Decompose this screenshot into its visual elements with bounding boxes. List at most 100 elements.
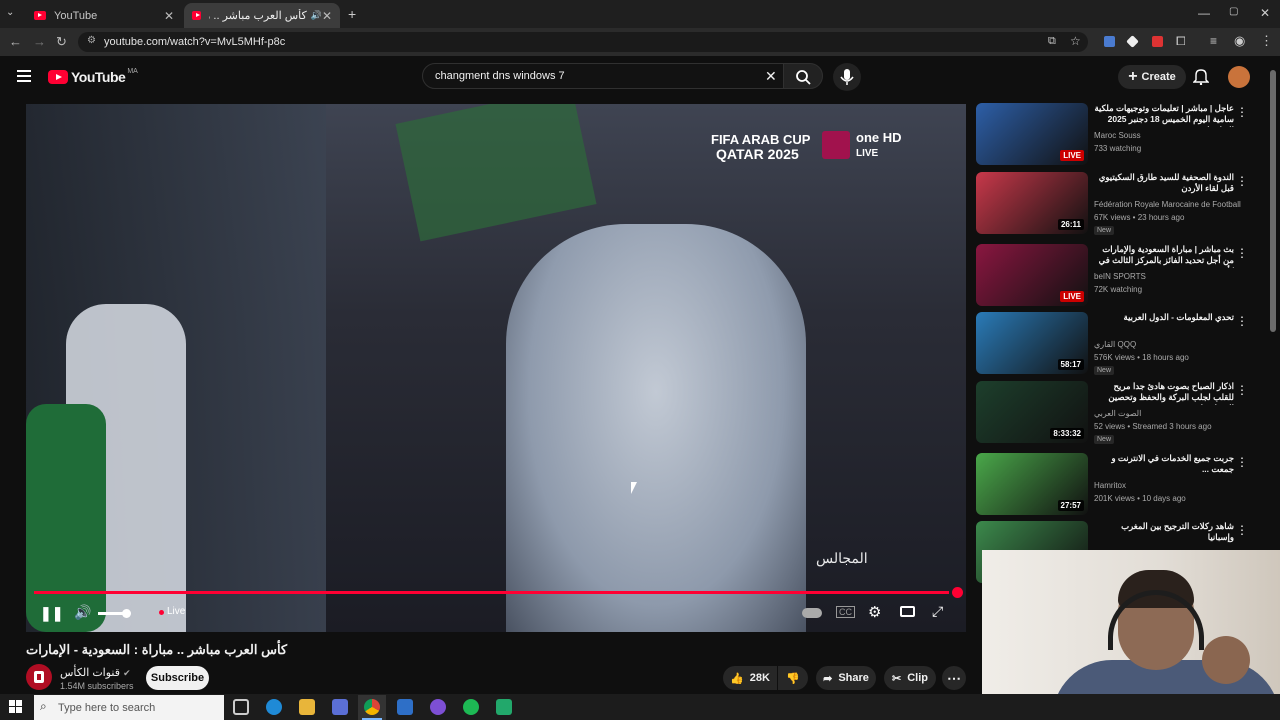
share-button[interactable]: ➦ Share [816,666,876,690]
watermark-title: FIFA ARAB CUP [711,132,811,147]
forward-icon[interactable]: → [33,34,46,49]
recommendation-title: جربت جميع الخدمات في الانترنت و جمعت ... [1111,453,1234,474]
taskbar-search-icon: ⌕ [40,699,47,713]
more-options-icon[interactable]: ⋮ [1236,105,1248,119]
taskbar-search-input[interactable]: ⌕ Type here to search [34,695,224,720]
reading-list-icon[interactable]: ≡ [1210,34,1217,48]
reload-icon[interactable]: ↻ [56,34,67,50]
settings-gear-icon[interactable]: ⚙ [868,603,881,621]
duration-badge: 27:57 [1057,500,1084,511]
recommendation-item[interactable]: LIVE عاجل | مباشر | تعليمات وتوجيهات ملكي… [976,103,1268,171]
channel-avatar[interactable] [26,664,52,690]
theater-mode-icon[interactable] [900,606,915,617]
messenger-icon[interactable] [430,699,446,715]
user-avatar[interactable] [1228,66,1250,88]
more-options-icon[interactable]: ⋮ [1236,523,1248,537]
windows-start-icon[interactable] [9,700,22,713]
taskbar-active-chrome[interactable] [358,695,386,720]
clear-search-icon[interactable]: ✕ [765,68,777,85]
new-tab-icon[interactable]: + [348,6,356,22]
hamburger-menu-icon[interactable] [17,70,31,82]
pause-icon[interactable]: ❚❚ [40,605,63,622]
tab-youtube[interactable]: YouTube ✕ [26,3,182,28]
recommendation-meta: 576K views • 18 hours ago [1094,353,1189,362]
thumbs-up-icon: 👍 [730,672,744,685]
more-options-icon[interactable]: ⋮ [1236,455,1248,469]
channel-name[interactable]: قنوات الكأس ✔ [60,666,131,679]
page-scrollbar[interactable] [1270,70,1276,332]
progress-scrubber[interactable] [952,587,963,598]
progress-bar[interactable] [34,591,949,594]
minimize-icon[interactable]: — [1198,6,1210,20]
captions-icon[interactable]: CC [836,606,855,618]
video-scene-main-person [506,224,806,632]
more-actions-icon[interactable]: ⋯ [942,666,966,690]
bookmark-star-icon[interactable]: ☆ [1070,34,1081,48]
more-options-icon[interactable]: ⋮ [1236,314,1248,328]
task-view-icon[interactable] [233,699,249,715]
new-badge: New [1094,366,1115,375]
voice-search-button[interactable] [833,63,861,91]
volume-icon[interactable]: 🔊 [74,604,91,621]
translate-extension-icon[interactable] [1104,36,1115,47]
fullscreen-icon[interactable]: ⤢ [932,603,943,620]
recommendation-item[interactable]: 58:17 تحدي المعلومات - الدول العربية القار… [976,312,1268,380]
video-thumbnail[interactable]: LIVE [976,103,1088,165]
extension-red-icon[interactable] [1152,36,1163,47]
recommendation-item[interactable]: 26:11 الندوة الصحفية للسيد طارق السكيتيوي… [976,172,1268,240]
recommendation-item[interactable]: 8:33:32 اذكار الصباح بصوت هادئ جدا مريح ل… [976,381,1268,449]
close-window-icon[interactable]: ✕ [1260,6,1270,20]
restore-icon[interactable]: ▢ [1229,6,1238,17]
app-green-icon[interactable] [496,699,512,715]
video-player[interactable]: FIFA ARAB CUP QATAR 2025 one HD LIVE الم… [26,104,966,632]
speaker-icon[interactable]: 🔊 [311,10,322,21]
address-bar[interactable]: ⚙ youtube.com/watch?v=MvL5MHf-p8c [78,32,1088,52]
autoplay-toggle[interactable] [802,608,822,618]
tab-search-icon[interactable]: ⌄ [6,7,14,18]
extensions-puzzle-icon[interactable]: ⧠ [1176,34,1186,49]
taskbar-search-placeholder: Type here to search [58,701,156,714]
recommendation-item[interactable]: LIVE بث مباشر | مباراة السعودية والإمارات… [976,244,1268,312]
file-explorer-icon[interactable] [299,699,315,715]
edge-browser-icon[interactable] [266,699,282,715]
subscribe-button[interactable]: Subscribe [146,666,209,690]
url-text: youtube.com/watch?v=MvL5MHf-p8c [104,36,286,48]
tab-active-video[interactable]: كأس العرب مباشر .. مباراة : 🔊 ✕ [184,3,340,28]
notifications-bell-icon[interactable] [1192,67,1210,90]
youtube-favicon-icon [192,11,202,20]
site-info-icon[interactable]: ⚙ [87,35,96,46]
recommendation-meta: 72K watching [1094,285,1143,294]
create-button[interactable]: + Create [1118,65,1186,89]
clip-button[interactable]: ✂ Clip [884,666,936,690]
duration-badge: 8:33:32 [1050,428,1084,439]
menu-kebab-icon[interactable]: ⋮ [1260,33,1273,49]
volume-handle[interactable] [122,609,131,618]
store-icon[interactable] [332,699,348,715]
video-thumbnail[interactable]: 26:11 [976,172,1088,234]
outlook-icon[interactable] [397,699,413,715]
search-input[interactable]: changment dns windows 7 ✕ [422,63,788,89]
youtube-logo[interactable]: YouTube MA [48,68,138,85]
video-thumbnail[interactable]: 58:17 [976,312,1088,374]
spotify-icon[interactable] [463,699,479,715]
video-thumbnail[interactable]: 8:33:32 [976,381,1088,443]
search-button[interactable] [783,63,823,89]
tab-close-icon[interactable]: ✕ [164,9,174,23]
tab-close-icon[interactable]: ✕ [322,9,332,23]
recommendation-channel: Fédération Royale Marocaine de Football [1094,200,1241,209]
back-icon[interactable]: ← [9,34,22,49]
recommendation-meta: 733 watching [1094,144,1142,153]
dislike-button[interactable]: 👎 [778,666,808,690]
more-options-icon[interactable]: ⋮ [1236,383,1248,397]
video-thumbnail[interactable]: 27:57 [976,453,1088,515]
more-options-icon[interactable]: ⋮ [1236,246,1248,260]
live-label[interactable]: Live [167,606,185,617]
profile-icon[interactable]: ◉ [1234,33,1245,49]
recommendation-item[interactable]: 27:57 جربت جميع الخدمات في الانترنت و جمع… [976,453,1268,521]
video-thumbnail[interactable]: LIVE [976,244,1088,306]
more-options-icon[interactable]: ⋮ [1236,174,1248,188]
recommendation-meta: 67K views • 23 hours ago [1094,213,1185,222]
like-count: 28K [749,672,770,684]
cast-icon[interactable]: ⧉ [1048,35,1056,48]
like-button[interactable]: 👍 28K [723,666,777,690]
